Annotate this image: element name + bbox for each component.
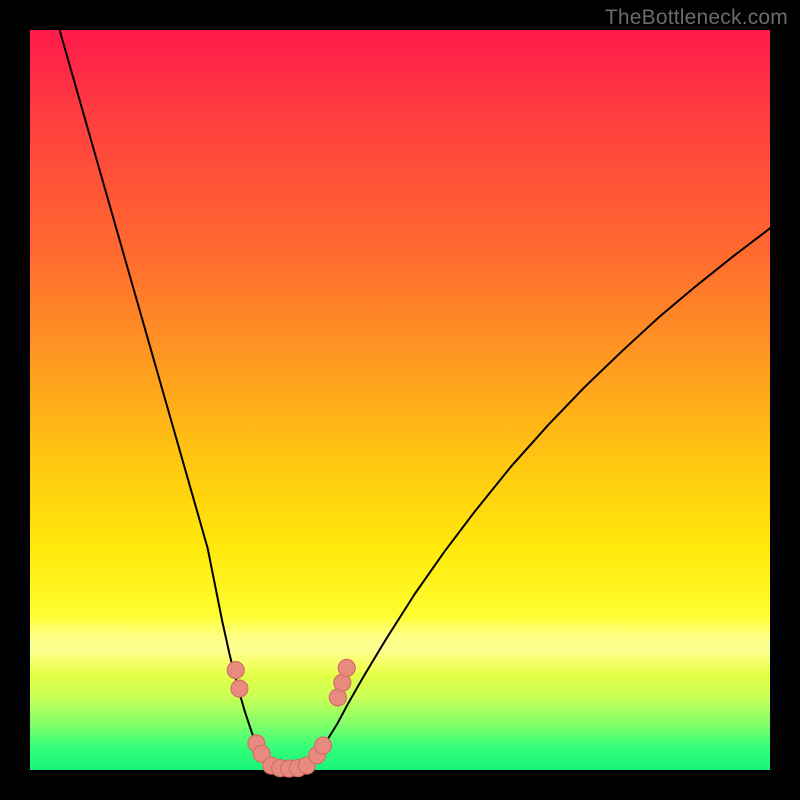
marker-dot (227, 662, 244, 679)
chart-svg (30, 30, 770, 770)
curve-right-branch (313, 228, 770, 764)
marker-dot (338, 659, 355, 676)
marker-dot (315, 737, 332, 754)
curve-left-branch (60, 30, 266, 764)
watermark-text: TheBottleneck.com (605, 6, 788, 30)
marker-dot (231, 680, 248, 697)
plot-area (30, 30, 770, 770)
chart-frame: TheBottleneck.com (0, 0, 800, 800)
